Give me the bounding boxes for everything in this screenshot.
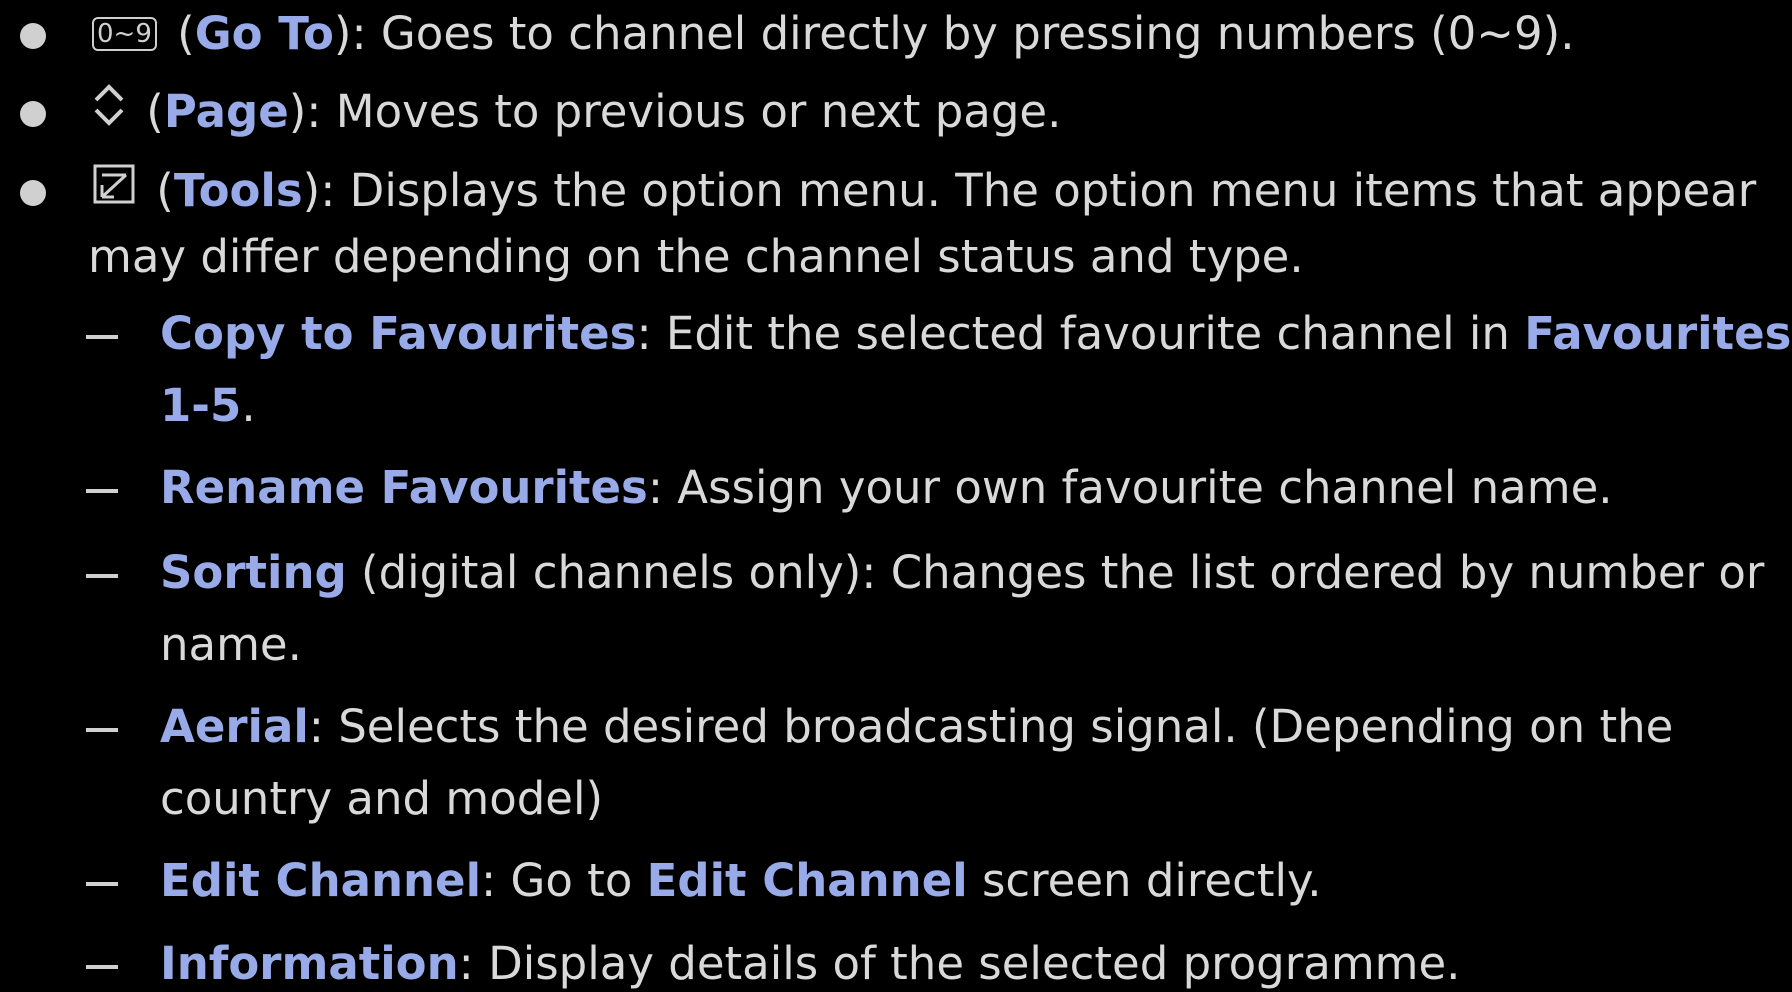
tools-icon [92, 162, 136, 218]
dash-marker [86, 728, 118, 732]
dash-marker [86, 882, 118, 886]
edit-channel-end: screen directly. [967, 854, 1322, 907]
edit-channel-target: Edit Channel [646, 854, 968, 907]
edit-channel-description: : Go to [481, 854, 647, 907]
dash-marker [86, 489, 118, 493]
dash-marker [86, 335, 118, 339]
favourites-range: 1-5 [160, 379, 242, 432]
open-paren: ( [162, 7, 195, 60]
page-updown-icon [92, 82, 126, 141]
edit-channel-label: Edit Channel [160, 854, 481, 907]
copy-to-favourites-description: : Edit the selected favourite channel in [636, 307, 1525, 360]
sorting-description-line1: (digital channels only): Changes the lis… [346, 546, 1765, 599]
page-description: ): Moves to previous or next page. [288, 85, 1062, 138]
tools-description-line1: ): Displays the option menu. The option … [302, 164, 1757, 217]
information-label: Information [160, 937, 459, 990]
bullet-dot [20, 101, 46, 127]
page-label: Page [163, 85, 289, 138]
tools-label: Tools [173, 164, 303, 217]
go-to-description: ): Goes to channel directly by pressing … [333, 7, 1575, 60]
rename-favourites-description: : Assign your own favourite channel name… [647, 461, 1613, 514]
open-paren: ( [142, 164, 174, 217]
information-description: : Display details of the selected progra… [458, 937, 1461, 990]
sorting-label: Sorting [160, 546, 347, 599]
aerial-description-line1: : Selects the desired broadcasting signa… [308, 700, 1674, 753]
favourites-target: Favourites [1524, 307, 1792, 360]
number-key-icon: 0~9 [92, 17, 157, 51]
bullet-dot [20, 23, 46, 49]
aerial-label: Aerial [160, 700, 309, 753]
dash-marker [86, 965, 118, 969]
dash-marker [86, 574, 118, 578]
go-to-label: Go To [194, 7, 334, 60]
rename-favourites-label: Rename Favourites [160, 461, 648, 514]
sorting-description-line2: name. [160, 618, 302, 671]
aerial-description-line2: country and model) [160, 772, 604, 825]
bullet-dot [20, 180, 46, 206]
tools-description-line2: may differ depending on the channel stat… [88, 230, 1304, 283]
period: . [241, 379, 256, 432]
copy-to-favourites-label: Copy to Favourites [160, 307, 637, 360]
open-paren: ( [132, 85, 164, 138]
manual-page: 0~9 (Go To): Goes to channel directly by… [0, 0, 1792, 992]
